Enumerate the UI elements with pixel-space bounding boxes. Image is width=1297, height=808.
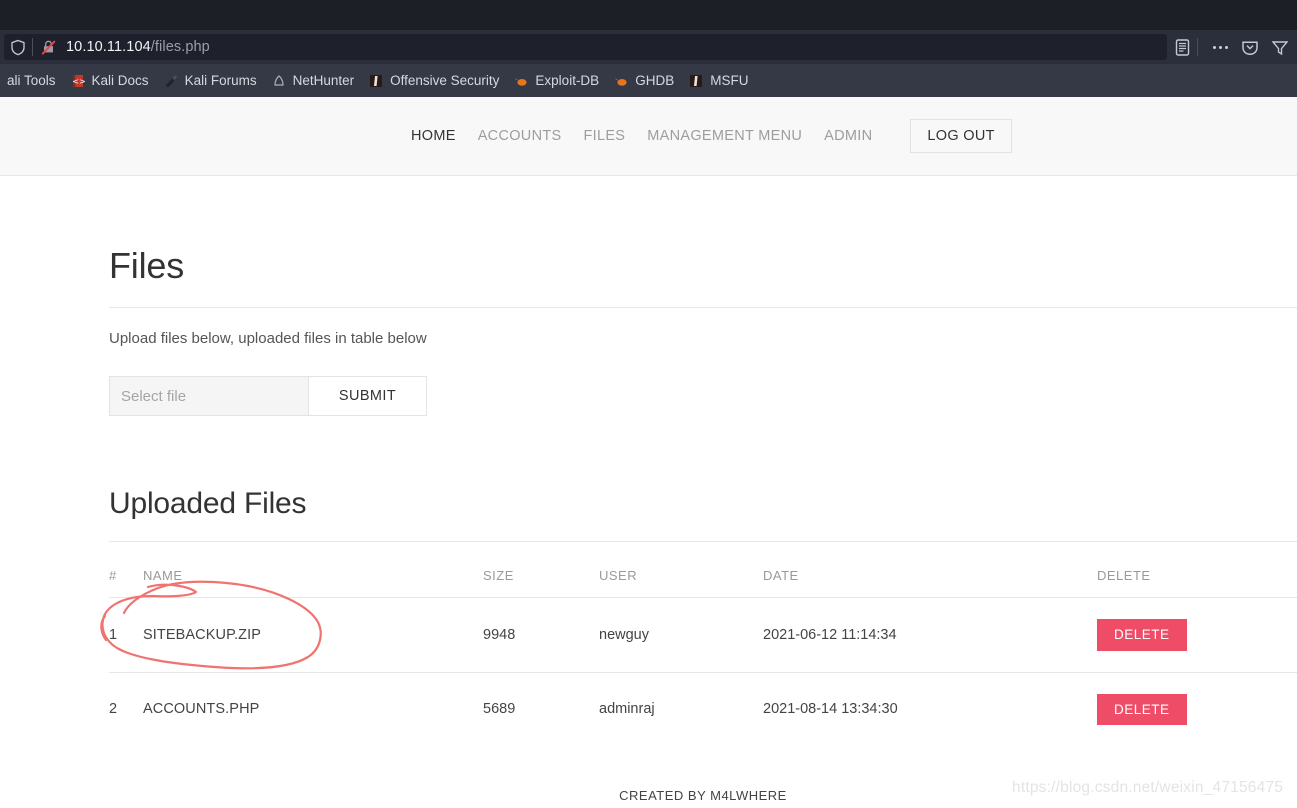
nav-link-files[interactable]: FILES <box>583 128 647 144</box>
exploit-db-icon <box>513 73 529 89</box>
table-body: 1 SITEBACKUP.ZIP 9948 newguy 2021-06-12 … <box>109 597 1297 746</box>
bookmark-label: Kali Docs <box>91 73 149 88</box>
bookmark-kali-forums[interactable]: Kali Forums <box>156 69 264 93</box>
bookmark-label: GHDB <box>635 73 675 88</box>
delete-button[interactable]: DELETE <box>1097 693 1187 725</box>
bookmark-offensive-security[interactable]: Offensive Security <box>361 69 506 93</box>
uploaded-files-table: # NAME SIZE USER DATE DELETE 1 SITEBACKU… <box>109 560 1297 746</box>
nav-link-admin[interactable]: ADMIN <box>824 128 894 144</box>
msfu-icon <box>688 73 704 89</box>
bookmark-kali-docs[interactable]: <> Kali Docs <box>63 69 156 93</box>
uploaded-title-divider <box>109 541 1297 542</box>
bookmark-nethunter[interactable]: NetHunter <box>264 69 362 93</box>
url-path: /files.php <box>150 39 210 55</box>
page-title: Files <box>109 245 185 286</box>
shield-icon[interactable] <box>10 39 26 56</box>
column-header-size: SIZE <box>483 568 514 583</box>
bookmark-ghdb[interactable]: GHDB <box>606 69 681 93</box>
address-bar-divider <box>32 38 33 56</box>
nethunter-icon <box>271 73 287 89</box>
bookmark-msfu[interactable]: MSFU <box>681 69 755 93</box>
browser-tab-strip <box>0 0 1297 30</box>
toolbar-actions <box>1167 34 1297 60</box>
bookmark-label: MSFU <box>710 73 749 88</box>
bookmark-label: Kali Forums <box>184 73 257 88</box>
svg-text:<>: <> <box>72 77 85 86</box>
table-row: 2 ACCOUNTS.PHP 5689 adminraj 2021-08-14 … <box>109 671 1297 746</box>
kali-forums-icon <box>163 73 179 89</box>
column-header-date: DATE <box>763 568 799 583</box>
column-header-num: # <box>109 568 117 583</box>
bookmarks-bar: ali Tools <> Kali Docs Kali Forums NetHu… <box>0 64 1297 97</box>
cell-delete: DELETE <box>1097 671 1297 746</box>
cell-num: 2 <box>109 671 143 746</box>
bookmark-label: Exploit-DB <box>535 73 600 88</box>
cell-date: 2021-08-14 13:34:30 <box>763 671 1097 746</box>
cell-size: 9948 <box>483 597 599 672</box>
logout-button[interactable]: LOG OUT <box>910 118 1012 154</box>
bookmark-kali-tools[interactable]: ali Tools <box>0 69 63 93</box>
site-footer: CREATED BY M4LWHERE <box>619 788 787 803</box>
delete-button[interactable]: DELETE <box>1097 619 1187 651</box>
ghdb-icon <box>613 73 629 89</box>
column-header-user: USER <box>599 568 638 583</box>
pocket-save-icon[interactable] <box>1237 34 1263 60</box>
extension-icon[interactable] <box>1267 34 1293 60</box>
cell-delete: DELETE <box>1097 597 1297 672</box>
url-host: 10.10.11.104 <box>66 39 151 55</box>
reader-view-icon[interactable] <box>1169 34 1195 60</box>
cell-date: 2021-06-12 11:14:34 <box>763 597 1097 672</box>
kali-tools-icon <box>0 73 1 89</box>
kali-docs-book-icon: <> <box>70 73 86 89</box>
browser-toolbar: 10.10.11.104/files.php <box>0 30 1297 64</box>
nav-link-home[interactable]: HOME <box>411 128 478 144</box>
more-options-icon[interactable] <box>1207 34 1233 60</box>
cell-name[interactable]: SITEBACKUP.ZIP <box>143 597 483 672</box>
page-container: Files Upload files below, uploaded files… <box>0 248 1297 803</box>
nav-link-accounts[interactable]: ACCOUNTS <box>478 128 584 144</box>
cell-user: adminraj <box>599 671 763 746</box>
column-header-name: NAME <box>143 568 183 583</box>
submit-button[interactable]: SUBMIT <box>309 376 427 416</box>
cell-num: 1 <box>109 597 143 672</box>
upload-form: SUBMIT <box>109 376 1297 416</box>
file-select-input[interactable] <box>109 376 309 416</box>
bookmark-label: NetHunter <box>292 73 355 88</box>
site-navbar: HOME ACCOUNTS FILES MANAGEMENT MENU ADMI… <box>0 97 1297 176</box>
url-text: 10.10.11.104/files.php <box>66 39 210 55</box>
cell-name[interactable]: ACCOUNTS.PHP <box>143 671 483 746</box>
bookmark-exploit-db[interactable]: Exploit-DB <box>506 69 606 93</box>
browser-window: 10.10.11.104/files.php ali Tools <> Kali… <box>0 0 1297 808</box>
page-viewport: HOME ACCOUNTS FILES MANAGEMENT MENU ADMI… <box>0 97 1297 808</box>
bookmark-label: ali Tools <box>7 73 56 88</box>
nav-link-management-menu[interactable]: MANAGEMENT MENU <box>647 128 824 144</box>
table-row: 1 SITEBACKUP.ZIP 9948 newguy 2021-06-12 … <box>109 597 1297 672</box>
bookmark-label: Offensive Security <box>390 73 500 88</box>
cell-size: 5689 <box>483 671 599 746</box>
upload-instructions: Upload files below, uploaded files in ta… <box>109 330 427 347</box>
crossed-out-lock-icon[interactable] <box>40 39 57 56</box>
address-bar[interactable]: 10.10.11.104/files.php <box>4 34 1167 60</box>
toolbar-divider <box>1197 38 1198 56</box>
column-header-delete: DELETE <box>1097 568 1151 583</box>
offensive-security-icon <box>368 73 384 89</box>
cell-user: newguy <box>599 597 763 672</box>
uploaded-files-title: Uploaded Files <box>109 487 307 520</box>
table-header-row: # NAME SIZE USER DATE DELETE <box>109 560 1297 598</box>
title-divider <box>109 307 1297 308</box>
navbar-links: HOME ACCOUNTS FILES MANAGEMENT MENU ADMI… <box>411 118 1012 154</box>
table-header: # NAME SIZE USER DATE DELETE <box>109 560 1297 598</box>
